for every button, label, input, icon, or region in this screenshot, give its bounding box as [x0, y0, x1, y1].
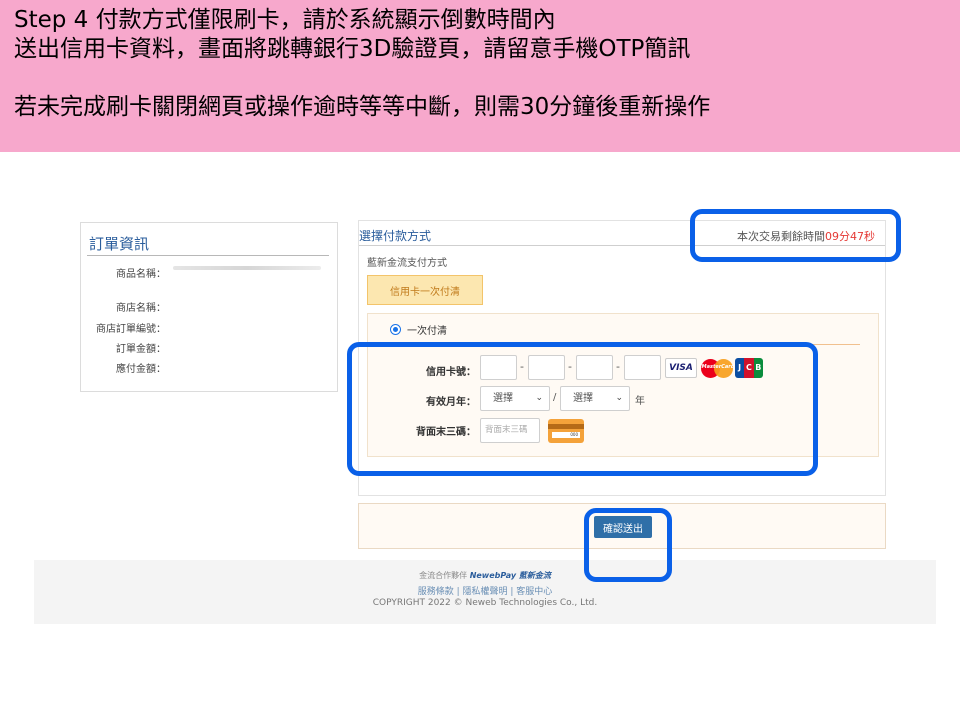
- payment-method-title: 選擇付款方式: [359, 229, 432, 243]
- banner-line-2: 送出信用卡資料，畫面將跳轉銀行3D驗證頁，請留意手機OTP簡訊: [14, 36, 691, 62]
- radio-selected-icon[interactable]: [390, 324, 401, 335]
- instruction-banner: Step 4 付款方式僅限刷卡，請於系統顯示倒數時間內 送出信用卡資料，畫面將跳…: [0, 0, 960, 152]
- credit-card-method-button[interactable]: 信用卡一次付清: [367, 275, 483, 305]
- copyright-text: COPYRIGHT 2022 © Neweb Technologies Co.,…: [372, 598, 598, 608]
- newebpay-logo-icon: NewebPay 藍新金流: [469, 571, 551, 580]
- submit-highlight-frame: [584, 508, 672, 582]
- order-amount-label: 訂單金額：: [116, 344, 166, 355]
- payment-subtitle: 藍新金流支付方式: [367, 258, 447, 269]
- page-footer: 金流合作夥伴 NewebPay 藍新金流 服務條款 | 隱私權聲明 | 客服中心…: [34, 560, 936, 624]
- order-info-panel: 訂單資訊 商品名稱： 商店名稱： 商店訂單編號： 訂單金額： 應付金額：: [80, 222, 338, 392]
- order-info-title: 訂單資訊: [89, 235, 150, 253]
- one-time-payment-option[interactable]: 一次付清: [390, 322, 447, 337]
- store-name-label: 商店名稱：: [116, 303, 166, 314]
- timer-highlight-frame: [690, 209, 901, 262]
- card-fields-highlight-frame: [347, 342, 818, 476]
- product-name-value-blurred: [173, 266, 321, 270]
- partner-line: 金流合作夥伴 NewebPay 藍新金流: [34, 570, 936, 581]
- banner-line-1: Step 4 付款方式僅限刷卡，請於系統顯示倒數時間內: [14, 7, 556, 33]
- radio-label: 一次付清: [407, 326, 447, 337]
- partner-text: 金流合作夥伴: [419, 571, 468, 580]
- store-order-number-label: 商店訂單編號：: [96, 324, 166, 335]
- footer-links[interactable]: 服務條款 | 隱私權聲明 | 客服中心: [34, 584, 936, 597]
- divider: [87, 255, 329, 256]
- product-name-label: 商品名稱：: [116, 269, 166, 280]
- banner-line-3: 若未完成刷卡關閉網頁或操作逾時等等中斷，則需30分鐘後重新操作: [14, 94, 711, 120]
- payable-amount-label: 應付金額：: [116, 364, 166, 375]
